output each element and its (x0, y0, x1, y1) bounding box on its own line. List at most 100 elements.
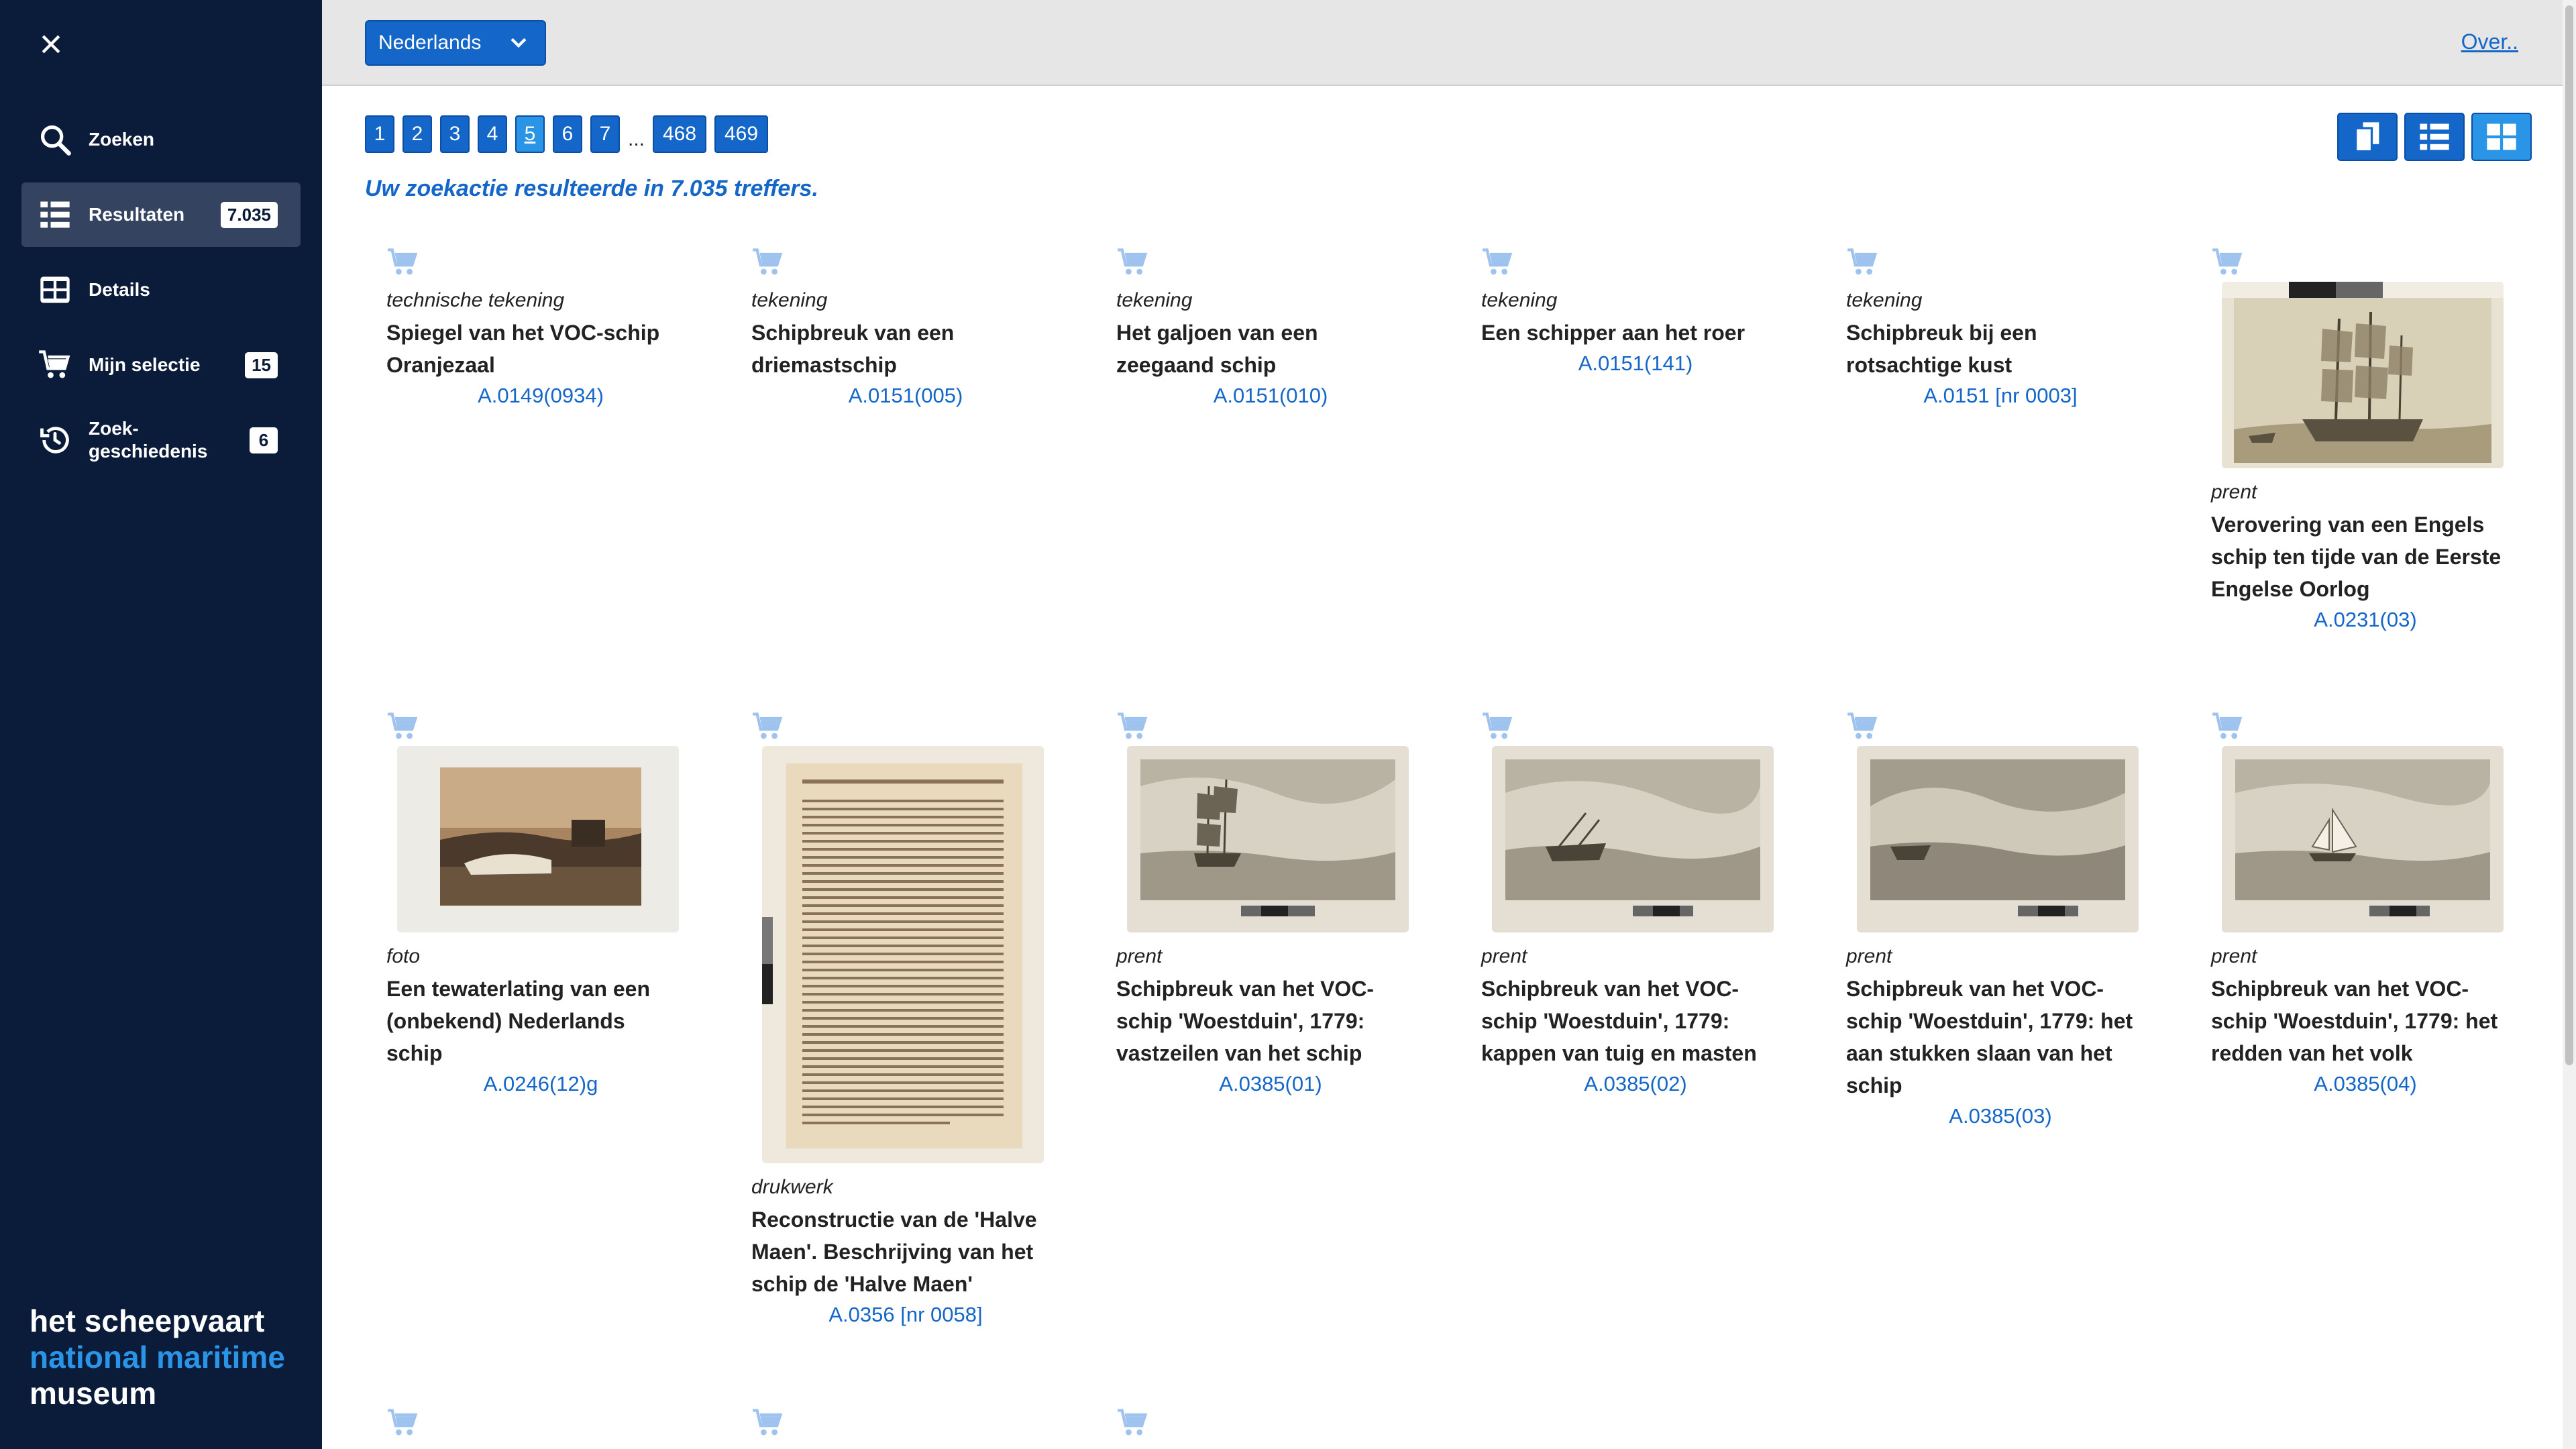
add-to-selection-button[interactable] (386, 711, 421, 743)
about-link[interactable]: Over.. (2461, 30, 2518, 54)
add-to-selection-button[interactable] (386, 247, 421, 279)
result-id-link[interactable]: A.0151(005) (751, 384, 1060, 408)
cart-icon (753, 1409, 783, 1436)
result-card: drukwerk Reconstructie van de 'Halve Mae… (751, 711, 1060, 1327)
result-title[interactable]: Schipbreuk van het VOC-schip 'Woestduin'… (1481, 973, 1776, 1069)
view-detail-button[interactable] (2337, 113, 2398, 161)
sidebar-item-resultaten[interactable]: Resultaten 7.035 (21, 182, 301, 247)
add-to-selection-button[interactable] (2211, 711, 2246, 743)
list-icon (36, 196, 74, 233)
result-id-link[interactable]: A.0385(01) (1116, 1072, 1425, 1096)
page-2-button[interactable]: 2 (402, 115, 432, 153)
result-thumbnail[interactable] (2222, 282, 2504, 468)
result-type: tekening (1481, 289, 1558, 311)
result-title[interactable]: Schipbreuk van het VOC-schip 'Woestduin'… (2211, 973, 2506, 1069)
sidebar-item-label: Zoek-geschiedenis (89, 417, 250, 463)
result-type: tekening (1846, 289, 1923, 311)
documents-icon (2355, 122, 2379, 153)
result-card: tekening Schipbreuk van een driemastschi… (751, 247, 1060, 408)
result-title[interactable]: Een schipper aan het roer (1481, 317, 1776, 349)
result-thumbnail[interactable] (1857, 746, 2139, 932)
logo-line-1: het scheepvaart (30, 1303, 265, 1338)
result-id-link[interactable]: A.0149(0934) (386, 384, 695, 408)
result-title[interactable]: Reconstructie van de 'Halve Maen'. Besch… (751, 1203, 1046, 1300)
result-title[interactable]: Schipbreuk van het VOC-schip 'Woestduin'… (1116, 973, 1411, 1069)
add-to-selection-button[interactable] (1481, 247, 1516, 279)
result-id-link[interactable]: A.0385(03) (1846, 1104, 2155, 1128)
sidebar-item-zoekgeschiedenis[interactable]: Zoek-geschiedenis 6 (21, 408, 301, 472)
result-id-link[interactable]: A.0246(12)g (386, 1072, 695, 1096)
result-thumbnail[interactable] (762, 746, 1044, 1163)
result-type: foto (386, 945, 421, 967)
result-title[interactable]: Een tewaterlating van een (onbekend) Ned… (386, 973, 682, 1069)
cart-icon (388, 248, 418, 275)
result-title[interactable]: Schipbreuk van het VOC-schip 'Woestduin'… (1846, 973, 2141, 1102)
list-icon (2420, 123, 2449, 150)
result-card: prent Schipbreuk van het VOC-schip 'Woes… (2211, 711, 2520, 1096)
seascape-ship-image (1127, 746, 1409, 932)
view-grid-button[interactable] (2471, 113, 2532, 161)
result-card: prent Schipbreuk van het VOC-schip 'Woes… (1846, 711, 2155, 1128)
add-to-selection-button[interactable] (1846, 247, 1881, 279)
language-value: Nederlands (378, 32, 482, 54)
result-card (1116, 1407, 1425, 1440)
search-icon (36, 121, 74, 158)
add-to-selection-button[interactable] (751, 1407, 786, 1440)
sidebar-item-zoeken[interactable]: Zoeken (21, 107, 301, 172)
page-4-button[interactable]: 4 (478, 115, 507, 153)
result-id-link[interactable]: A.0231(03) (2211, 608, 2520, 632)
result-id-link[interactable]: A.0385(04) (2211, 1072, 2520, 1096)
result-thumbnail[interactable] (1492, 746, 1774, 932)
add-to-selection-button[interactable] (1116, 711, 1151, 743)
sidebar-item-details[interactable]: Details (21, 258, 301, 322)
chevron-down-icon (511, 38, 527, 48)
result-thumbnail[interactable] (2222, 746, 2504, 932)
sidebar-item-mijn-selectie[interactable]: Mijn selectie 15 (21, 333, 301, 397)
result-id-link[interactable]: A.0151(141) (1481, 352, 1790, 376)
cart-icon (1118, 1409, 1148, 1436)
grid-icon (2487, 123, 2516, 150)
close-sidebar-button[interactable]: × (32, 24, 70, 64)
language-select[interactable]: Nederlands (365, 20, 546, 66)
result-title[interactable]: Schipbreuk van een driemastschip (751, 317, 1046, 381)
result-title[interactable]: Spiegel van het VOC-schip Oranjezaal (386, 317, 682, 381)
page-1-button[interactable]: 1 (365, 115, 394, 153)
result-id-link[interactable]: A.0151 [nr 0003] (1846, 384, 2155, 408)
view-list-button[interactable] (2404, 113, 2465, 161)
add-to-selection-button[interactable] (751, 247, 786, 279)
cart-icon (1118, 248, 1148, 275)
result-title[interactable]: Het galjoen van een zeegaand schip (1116, 317, 1411, 381)
result-thumbnail[interactable] (1127, 746, 1409, 932)
add-to-selection-button[interactable] (1116, 247, 1151, 279)
page-3-button[interactable]: 3 (440, 115, 470, 153)
add-to-selection-button[interactable] (386, 1407, 421, 1440)
logo-line-3: museum (30, 1376, 157, 1411)
add-to-selection-button[interactable] (1846, 711, 1881, 743)
result-card: prent Verovering van een Engels schip te… (2211, 247, 2520, 632)
page-468-button[interactable]: 468 (653, 115, 707, 153)
page-6-button[interactable]: 6 (553, 115, 582, 153)
photo-image (397, 746, 679, 932)
result-title[interactable]: Verovering van een Engels schip ten tijd… (2211, 508, 2506, 605)
page-469-button[interactable]: 469 (714, 115, 769, 153)
scrollbar-thumb[interactable] (2565, 5, 2573, 1065)
results-summary: Uw zoekactie resulteerde in 7.035 treffe… (365, 176, 818, 201)
result-id-link[interactable]: A.0385(02) (1481, 1072, 1790, 1096)
seascape-boat-image (2222, 746, 2504, 932)
result-title[interactable]: Schipbreuk bij een rotsachtige kust (1846, 317, 2141, 381)
result-id-link[interactable]: A.0356 [nr 0058] (751, 1303, 1060, 1327)
sidebar-item-label: Mijn selectie (89, 354, 201, 375)
page-5-button[interactable]: 5 (515, 115, 545, 153)
add-to-selection-button[interactable] (1481, 711, 1516, 743)
page-7-button[interactable]: 7 (590, 115, 620, 153)
add-to-selection-button[interactable] (1116, 1407, 1151, 1440)
result-id-link[interactable]: A.0151(010) (1116, 384, 1425, 408)
details-icon (36, 271, 74, 309)
result-thumbnail[interactable] (397, 746, 679, 932)
add-to-selection-button[interactable] (751, 711, 786, 743)
cart-icon (2212, 712, 2243, 739)
label-line-1: Zoek- (89, 418, 139, 439)
scrollbar[interactable] (2563, 0, 2576, 1449)
add-to-selection-button[interactable] (2211, 247, 2246, 279)
cart-icon (1483, 248, 1513, 275)
